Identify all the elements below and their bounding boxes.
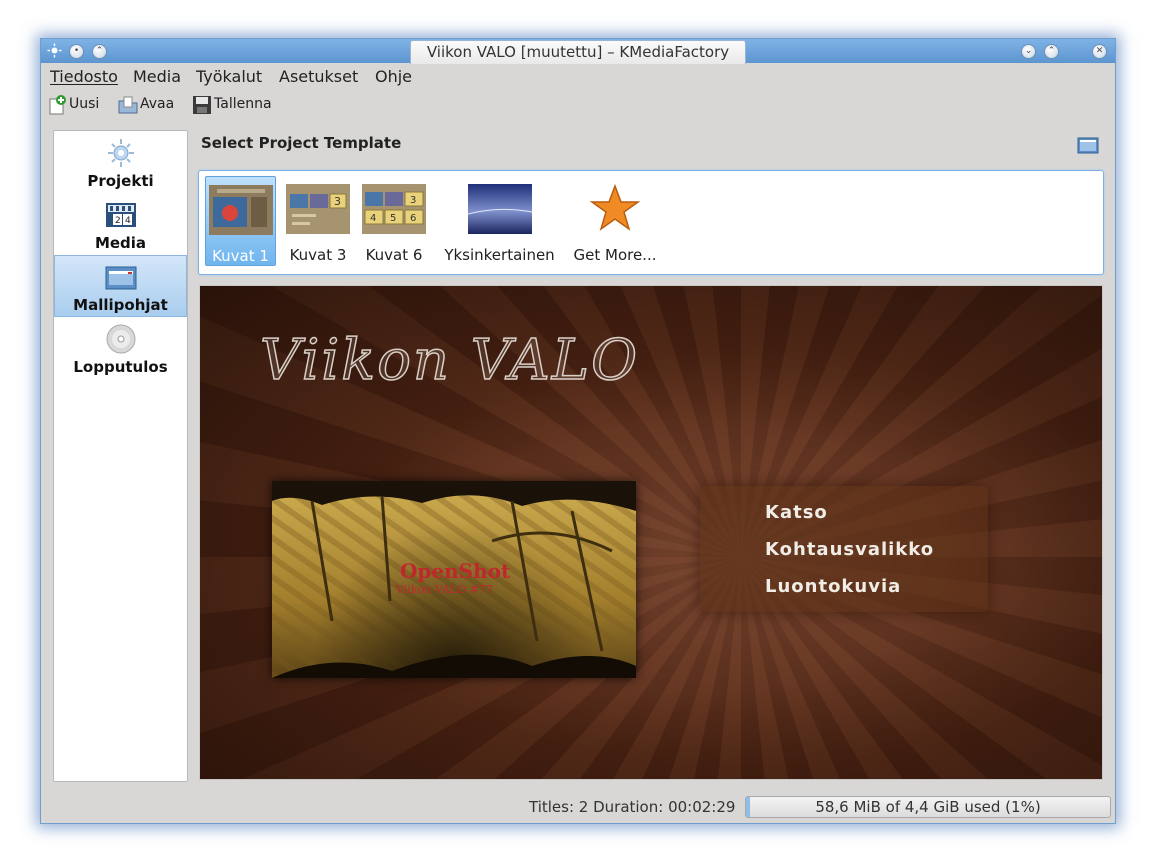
preview-photo: OpenShot Viikon VALO #77 [272, 481, 636, 678]
sidebar-item-media-label: Media [94, 234, 147, 252]
app-menu-icon[interactable] [47, 43, 62, 58]
menu-tiedosto[interactable]: Tiedosto [50, 67, 118, 86]
status-bar: Titles: 2 Duration: 00:02:29 58,6 MiB of… [41, 795, 1115, 819]
menu-tyokalut[interactable]: Työkalut [196, 67, 262, 86]
template-kuvat-6[interactable]: 3 4 5 6 Kuvat 6 [359, 176, 429, 266]
kuvat-3-number: 3 [334, 195, 341, 208]
menu-bar: Tiedosto Media Työkalut Asetukset Ohje [41, 64, 1115, 88]
templates-icon [105, 262, 137, 292]
template-kuvat-3-label: Kuvat 3 [289, 246, 347, 264]
sidebar-item-mallipohjat-label: Mallipohjat [73, 296, 168, 314]
project-icon [105, 138, 137, 168]
open-folder-icon [118, 95, 138, 114]
menu-media[interactable]: Media [133, 67, 181, 86]
sidebar-item-projekti[interactable]: Projekti [54, 132, 187, 192]
kuvat-1-thumbnail [208, 185, 273, 235]
sidebar-item-lopputulos[interactable]: Lopputulos [54, 318, 187, 378]
template-kuvat-1[interactable]: Kuvat 1 [205, 176, 276, 266]
close-button[interactable]: ✕ [1092, 44, 1107, 59]
preview-menu-katso: Katso [765, 502, 828, 523]
keep-above-button[interactable]: ⌃ [92, 44, 107, 59]
sidebar-item-mallipohjat[interactable]: Mallipohjat [54, 255, 187, 317]
sidebar-item-media[interactable]: 24 Media [54, 194, 187, 254]
template-get-more[interactable]: Get More... [569, 176, 661, 266]
sidebar-item-projekti-label: Projekti [87, 172, 154, 190]
star-icon [583, 183, 647, 234]
template-preview: Viikon VALO OpenShot Viikon VALO #77 Kat… [199, 285, 1103, 780]
template-yksinkertainen[interactable]: Yksinkertainen [437, 176, 562, 266]
photo-title: OpenShot [400, 559, 511, 583]
title-bar[interactable]: • ⌃ Viikon VALO [muutettu] – KMediaFacto… [41, 39, 1115, 64]
template-kuvat-6-label: Kuvat 6 [365, 246, 423, 264]
section-title: Select Project Template [201, 134, 402, 152]
new-document-icon [47, 95, 66, 115]
menu-asetukset[interactable]: Asetukset [279, 67, 358, 86]
disk-usage-text: 58,6 MiB of 4,4 GiB used (1%) [815, 798, 1041, 816]
yksinkertainen-thumbnail [467, 184, 532, 234]
sticky-button[interactable]: • [69, 44, 84, 59]
new-button[interactable]: Uusi [47, 93, 99, 115]
template-list: Kuvat 1 3 Kuvat 3 3 4 5 6 Kuvat 6 Yksinkert… [198, 170, 1104, 275]
status-info: Titles: 2 Duration: 00:02:29 [529, 798, 736, 816]
photo-subtitle: Viikon VALO #77 [396, 583, 493, 596]
kuvat-6-number-3: 3 [410, 195, 416, 206]
new-button-label: Uusi [69, 96, 100, 112]
maximize-button[interactable]: ⌃ [1044, 44, 1059, 59]
template-settings-icon[interactable] [1077, 136, 1099, 154]
template-yksinkertainen-label: Yksinkertainen [444, 246, 555, 264]
kuvat-6-number-6: 6 [410, 213, 416, 224]
sidebar: Projekti 24 Media Mallipohjat Lopputulos [53, 130, 188, 782]
save-disk-icon [192, 95, 211, 114]
menu-tiedosto-label: Tiedosto [50, 67, 118, 86]
preview-menu-panel: Katso Kohtausvalikko Luontokuvia [700, 486, 988, 612]
kuvat-6-number-4: 4 [370, 213, 376, 224]
menu-tyokalut-label: Työkalut [196, 67, 263, 86]
template-kuvat-3[interactable]: 3 Kuvat 3 [283, 176, 353, 266]
menu-ohje[interactable]: Ohje [375, 67, 412, 86]
save-button[interactable]: Tallenna [192, 93, 272, 115]
disc-icon [105, 324, 137, 354]
svg-text:4: 4 [125, 216, 131, 226]
media-icon: 24 [105, 200, 137, 230]
kuvat-3-thumbnail: 3 [286, 184, 350, 234]
kuvat-6-number-5: 5 [390, 213, 396, 224]
window-title: Viikon VALO [muutettu] – KMediaFactory [410, 40, 746, 64]
sidebar-item-lopputulos-label: Lopputulos [73, 358, 168, 376]
disk-usage-bar: 58,6 MiB of 4,4 GiB used (1%) [745, 796, 1111, 818]
save-button-label: Tallenna [214, 96, 272, 112]
main-toolbar: Uusi Avaa Tallenna [41, 91, 1115, 117]
kuvat-6-thumbnail: 3 4 5 6 [362, 184, 426, 234]
menu-asetukset-label: Asetukset [279, 67, 359, 86]
preview-menu-kohtausvalikko: Kohtausvalikko [765, 539, 935, 560]
open-button[interactable]: Avaa [118, 93, 174, 115]
minimize-button[interactable]: ⌄ [1021, 44, 1036, 59]
template-get-more-label: Get More... [573, 246, 657, 264]
template-kuvat-1-label: Kuvat 1 [212, 247, 269, 265]
preview-menu-luontokuvia: Luontokuvia [765, 576, 902, 597]
open-button-label: Avaa [140, 96, 175, 112]
app-window: • ⌃ Viikon VALO [muutettu] – KMediaFacto… [40, 38, 1116, 824]
svg-text:2: 2 [115, 216, 121, 226]
preview-title: Viikon VALO [259, 327, 639, 394]
menu-media-label: Media [133, 67, 182, 86]
menu-ohje-label: Ohje [375, 67, 413, 86]
